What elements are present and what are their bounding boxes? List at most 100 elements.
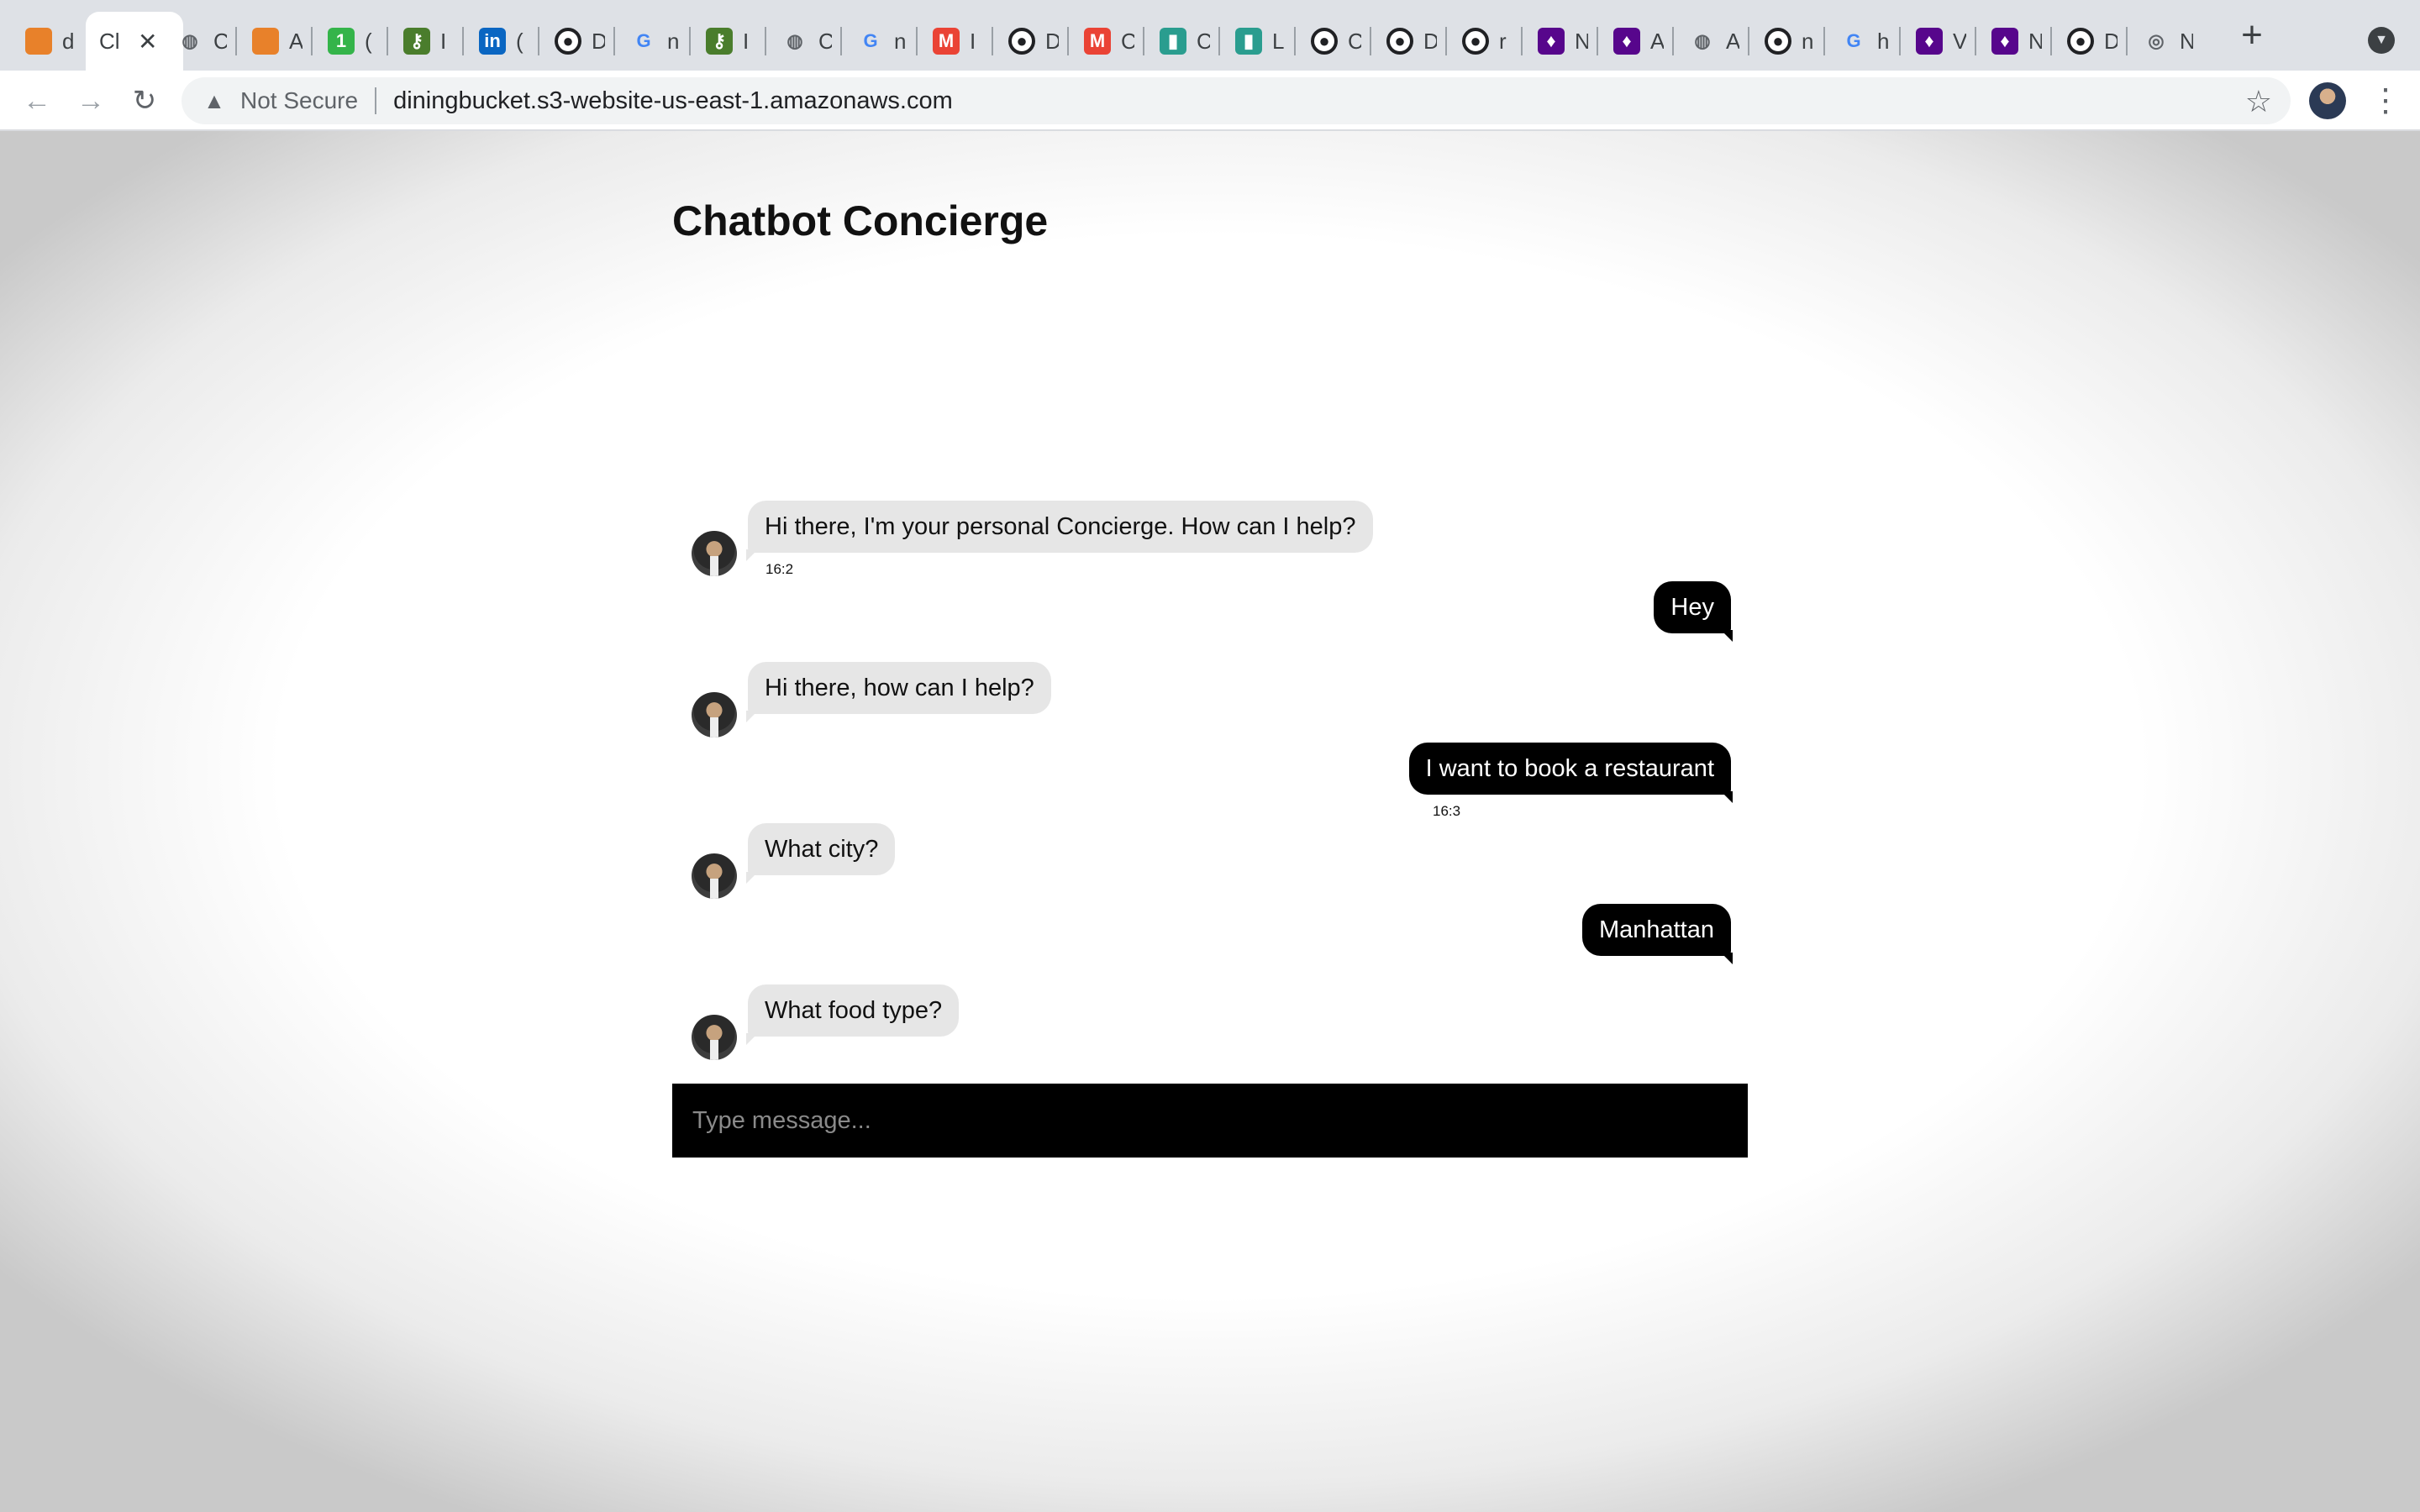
globe-icon: ◍ [1694, 30, 1711, 51]
tab-title: D [2104, 28, 2118, 54]
tab-title: I [440, 28, 447, 54]
browser-tab[interactable]: ● r [1449, 12, 1521, 71]
bot-avatar [692, 1015, 737, 1060]
tab-separator [1067, 27, 1069, 55]
key-icon: ⚷ [403, 28, 430, 55]
globe-icon: ◍ [786, 30, 803, 51]
browser-tab[interactable]: ▮ C [1146, 12, 1218, 71]
tab-search-button[interactable]: ▼ [2368, 27, 2395, 54]
tab-title: h [1877, 28, 1890, 54]
browser-tab[interactable]: d [12, 12, 84, 71]
browser-tab[interactable]: ♦ N [1524, 12, 1597, 71]
tab-title: N [2028, 28, 2042, 54]
reload-button[interactable]: ↻ [126, 82, 163, 119]
forward-button[interactable]: → [72, 82, 109, 119]
browser-tab[interactable]: ◍ C [163, 12, 235, 71]
browser-tab[interactable]: MI [919, 12, 992, 71]
gmail-icon: M [1084, 28, 1111, 55]
user-message: Hey [1654, 581, 1733, 642]
browser-tab[interactable]: ◎ N [2129, 12, 2202, 71]
tab-title: A [1726, 28, 1739, 54]
bookmark-star-icon[interactable]: ☆ [2245, 84, 2272, 119]
tab-title: n [667, 28, 680, 54]
google-icon: G [636, 30, 651, 51]
tab-title: D [1423, 28, 1437, 54]
browser-tab[interactable]: A [239, 12, 311, 71]
tab-title: N [1575, 28, 1588, 54]
bot-message: Hi there, I'm your personal Concierge. H… [746, 501, 1373, 561]
back-button[interactable]: ← [18, 82, 55, 119]
gmail-icon: M [933, 28, 960, 55]
browser-tab[interactable]: ♦ V [1902, 12, 1975, 71]
browser-tab[interactable]: ▮ L [1222, 12, 1294, 71]
browser-tab[interactable]: ● n [1751, 12, 1823, 71]
browser-tab[interactable]: MC [1071, 12, 1143, 71]
url-text[interactable]: diningbucket.s3-website-us-east-1.amazon… [393, 87, 953, 115]
browser-tab[interactable]: ⚷ I [390, 12, 462, 71]
aws-box-icon [25, 28, 52, 55]
security-status: Not Secure [240, 87, 359, 113]
message-input[interactable] [672, 1084, 1748, 1158]
tab-title: n [894, 28, 907, 54]
browser-tab[interactable]: ● D [541, 12, 613, 71]
message-bubble: I want to book a restaurant [1408, 743, 1733, 803]
browser-tab[interactable]: Gn [844, 12, 916, 71]
browser-tab[interactable]: Gh [1827, 12, 1899, 71]
browser-tab[interactable]: ● D [995, 12, 1067, 71]
message-bubble: Hey [1654, 581, 1733, 642]
github-icon: ● [1765, 28, 1791, 55]
message-timestamp: 16:2 [765, 561, 794, 577]
browser-tab[interactable]: in ( [466, 12, 538, 71]
browser-tab[interactable]: Gn [617, 12, 689, 71]
tab-separator [916, 27, 918, 55]
browser-tab[interactable]: ♦ N [1978, 12, 2050, 71]
tab-title: A [289, 28, 302, 54]
omnibox-divider [375, 87, 377, 114]
tab-title: d [62, 28, 75, 54]
tab-separator [1597, 27, 1598, 55]
tab-title: I [743, 28, 750, 54]
tab-title: n [1802, 28, 1814, 54]
browser-tab[interactable]: 1( [314, 12, 387, 71]
analytics-icon: ▮ [1160, 28, 1186, 55]
tab-separator [387, 27, 388, 55]
tab-title: r [1499, 28, 1507, 54]
browser-tab[interactable]: ◍ C [768, 12, 840, 71]
aws-box-icon [252, 28, 279, 55]
tab-title: C [818, 28, 832, 54]
browser-tab[interactable]: ◍ A [1676, 12, 1748, 71]
tab-separator [1975, 27, 1976, 55]
user-message: I want to book a restaurant [1408, 743, 1733, 803]
browser-menu-icon[interactable]: ⋮ [2370, 81, 2402, 121]
google-icon: G [1846, 30, 1861, 51]
tab-title: ( [365, 28, 372, 54]
tab-close-icon[interactable]: ✕ [138, 28, 157, 55]
browser-tab[interactable]: ♦ A [1600, 12, 1672, 71]
github-icon: ● [2067, 28, 2094, 55]
key-icon: ⚷ [706, 28, 733, 55]
browser-tab[interactable]: ● C [1297, 12, 1370, 71]
browser-tab[interactable]: ● D [2054, 12, 2126, 71]
github-icon: ● [1386, 28, 1413, 55]
bot-message: Hi there, how can I help? [746, 662, 1051, 722]
profile-avatar[interactable] [2309, 82, 2346, 119]
chat-thread: Hi there, I'm your personal Concierge. H… [672, 131, 1748, 1512]
new-tab-button[interactable]: + [2233, 17, 2270, 54]
message-bubble: What food type? [745, 984, 960, 1045]
browser-tab-strip: d Cl ✕ ◍ C A 1(⚷ Iin(● D Gn ⚷ I ◍ C Gn M I ● D M C ▮ C ▮ L ● C ● D ● r… [0, 0, 2420, 71]
tab-separator [538, 27, 539, 55]
tab-title: D [592, 28, 605, 54]
tab-separator [1823, 27, 1825, 55]
nyu-icon: ♦ [1916, 28, 1943, 55]
browser-tab[interactable]: ⚷ I [692, 12, 765, 71]
tab-separator [2050, 27, 2052, 55]
address-bar[interactable]: ▲ Not Secure diningbucket.s3-website-us-… [182, 77, 2291, 124]
tab-separator [1899, 27, 1901, 55]
globe-icon: ◍ [182, 30, 198, 51]
linkedin-icon: in [479, 28, 506, 55]
browser-tab[interactable]: ● D [1373, 12, 1445, 71]
tab-separator [1672, 27, 1674, 55]
tab-separator [992, 27, 993, 55]
page-viewport: Chatbot Concierge Hi there, I'm your per… [0, 131, 2420, 1512]
bot-message: What city? [745, 823, 896, 884]
